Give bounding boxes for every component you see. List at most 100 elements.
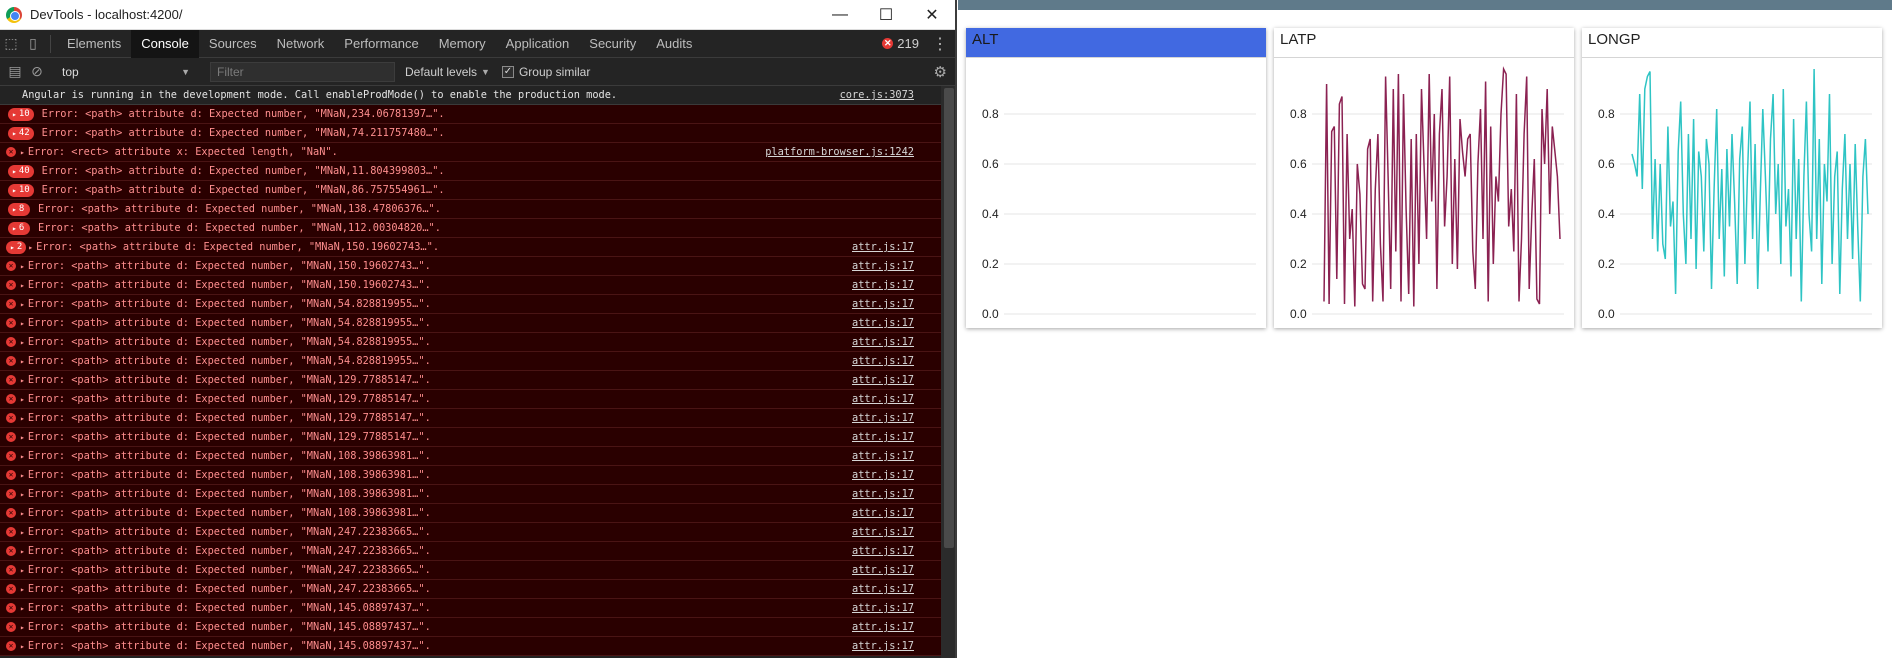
- source-link[interactable]: attr.js:17: [826, 450, 914, 462]
- chart-title[interactable]: LATP: [1274, 28, 1574, 58]
- console-message[interactable]: ✕ ▸ Error: <path> attribute d: Expected nu…: [0, 561, 941, 580]
- source-link[interactable]: attr.js:17: [826, 564, 914, 576]
- expand-arrow-icon[interactable]: ▸: [20, 338, 25, 347]
- expand-arrow-icon[interactable]: ▸: [20, 395, 25, 404]
- expand-arrow-icon[interactable]: ▸: [20, 300, 25, 309]
- expand-arrow-icon[interactable]: ▸: [28, 243, 33, 252]
- source-link[interactable]: attr.js:17: [826, 412, 914, 424]
- source-link[interactable]: attr.js:17: [826, 336, 914, 348]
- repeat-count-badge[interactable]: 40: [8, 164, 34, 178]
- group-similar-toggle[interactable]: ✓ Group similar: [501, 65, 590, 79]
- expand-arrow-icon[interactable]: ▸: [20, 585, 25, 594]
- error-counter[interactable]: ✕ 219: [882, 36, 919, 51]
- repeat-count-badge[interactable]: 10: [8, 183, 34, 197]
- source-link[interactable]: attr.js:17: [826, 374, 914, 386]
- console-message[interactable]: ✕ ▸ Error: <path> attribute d: Expected nu…: [0, 314, 941, 333]
- tab-security[interactable]: Security: [579, 30, 646, 58]
- source-link[interactable]: attr.js:17: [826, 355, 914, 367]
- console-message[interactable]: ✕ ▸ Error: <path> attribute d: Expected nu…: [0, 276, 941, 295]
- console-message[interactable]: ✕ ▸ Error: <path> attribute d: Expected nu…: [0, 390, 941, 409]
- console-message[interactable]: ✕ ▸ Error: <path> attribute d: Expected nu…: [0, 485, 941, 504]
- console-message[interactable]: 8 Error: <path> attribute d: Expected num…: [0, 200, 941, 219]
- filter-input[interactable]: [210, 61, 395, 82]
- console-message[interactable]: ✕ ▸ Error: <path> attribute d: Expected nu…: [0, 257, 941, 276]
- repeat-count-badge[interactable]: 2: [6, 240, 27, 254]
- context-select[interactable]: top ▼: [56, 65, 196, 79]
- console-message[interactable]: 2▸Error: <path> attribute d: Expected nu…: [0, 238, 941, 257]
- expand-arrow-icon[interactable]: ▸: [20, 357, 25, 366]
- log-levels-select[interactable]: Default levels ▼: [405, 65, 490, 79]
- source-link[interactable]: attr.js:17: [826, 260, 914, 272]
- expand-arrow-icon[interactable]: ▸: [20, 262, 25, 271]
- scrollbar-thumb[interactable]: [944, 88, 954, 548]
- console-message[interactable]: ✕ ▸ Error: <path> attribute d: Expected nu…: [0, 637, 941, 656]
- console-message[interactable]: 42 Error: <path> attribute d: Expected nu…: [0, 124, 941, 143]
- expand-arrow-icon[interactable]: ▸: [20, 471, 25, 480]
- console-message[interactable]: 6 Error: <path> attribute d: Expected num…: [0, 219, 941, 238]
- console-message[interactable]: ✕ ▸ Error: <path> attribute d: Expected nu…: [0, 371, 941, 390]
- expand-arrow-icon[interactable]: ▸: [20, 528, 25, 537]
- console-message[interactable]: ✕ ▸ Error: <path> attribute d: Expected nu…: [0, 504, 941, 523]
- console-message[interactable]: ✕ ▸ Error: <path> attribute d: Expected nu…: [0, 580, 941, 599]
- tab-performance[interactable]: Performance: [334, 30, 428, 58]
- expand-arrow-icon[interactable]: ▸: [20, 414, 25, 423]
- console-message[interactable]: 10 Error: <path> attribute d: Expected nu…: [0, 181, 941, 200]
- console-message[interactable]: ✕ ▸ Error: <path> attribute d: Expected nu…: [0, 523, 941, 542]
- source-link[interactable]: attr.js:17: [826, 621, 914, 633]
- source-link[interactable]: attr.js:17: [826, 545, 914, 557]
- source-link[interactable]: attr.js:17: [826, 431, 914, 443]
- tab-network[interactable]: Network: [267, 30, 335, 58]
- console-message[interactable]: ✕ ▸ Error: <path> attribute d: Expected nu…: [0, 618, 941, 637]
- repeat-count-badge[interactable]: 42: [8, 126, 34, 140]
- console-scrollbar[interactable]: [941, 86, 955, 658]
- console-message[interactable]: ✕ ▸ Error: <path> attribute d: Expected nu…: [0, 352, 941, 371]
- console-message[interactable]: ✕ ▸ Error: <path> attribute d: Expected nu…: [0, 409, 941, 428]
- source-link[interactable]: attr.js:17: [826, 583, 914, 595]
- more-options-icon[interactable]: ⋮: [931, 34, 949, 54]
- console-message[interactable]: 10 Error: <path> attribute d: Expected nu…: [0, 105, 941, 124]
- repeat-count-badge[interactable]: 10: [8, 107, 34, 121]
- console-message[interactable]: ✕ ▸ Error: <path> attribute d: Expected nu…: [0, 466, 941, 485]
- expand-arrow-icon[interactable]: ▸: [20, 319, 25, 328]
- repeat-count-badge[interactable]: 6: [8, 221, 30, 235]
- source-link[interactable]: attr.js:17: [826, 393, 914, 405]
- source-link[interactable]: core.js:3073: [826, 89, 914, 101]
- source-link[interactable]: attr.js:17: [826, 279, 914, 291]
- console-message[interactable]: Angular is running in the development mo…: [0, 86, 941, 105]
- source-link[interactable]: attr.js:17: [826, 602, 914, 614]
- expand-arrow-icon[interactable]: ▸: [20, 452, 25, 461]
- expand-arrow-icon[interactable]: ▸: [20, 604, 25, 613]
- expand-arrow-icon[interactable]: ▸: [20, 433, 25, 442]
- expand-arrow-icon[interactable]: ▸: [20, 509, 25, 518]
- source-link[interactable]: attr.js:17: [826, 526, 914, 538]
- close-button[interactable]: ✕: [909, 0, 955, 30]
- source-link[interactable]: attr.js:17: [826, 640, 914, 652]
- expand-arrow-icon[interactable]: ▸: [20, 490, 25, 499]
- console-message[interactable]: 40 Error: <path> attribute d: Expected nu…: [0, 162, 941, 181]
- expand-arrow-icon[interactable]: ▸: [20, 623, 25, 632]
- expand-arrow-icon[interactable]: ▸: [20, 642, 25, 651]
- tab-audits[interactable]: Audits: [646, 30, 702, 58]
- clear-console-icon[interactable]: ⊘: [26, 61, 48, 83]
- console-message[interactable]: ✕ ▸ Error: <path> attribute d: Expected nu…: [0, 542, 941, 561]
- console-message[interactable]: ✕ ▸ Error: <path> attribute d: Expected nu…: [0, 333, 941, 352]
- expand-arrow-icon[interactable]: ▸: [20, 547, 25, 556]
- console-message[interactable]: ✕ ▸ Error: <path> attribute d: Expected nu…: [0, 447, 941, 466]
- console-message[interactable]: ✕ ▸ Error: <rect> attribute x: Expected le…: [0, 143, 941, 162]
- console-message[interactable]: ✕ ▸ Error: <path> attribute d: Expected nu…: [0, 599, 941, 618]
- tab-sources[interactable]: Sources: [199, 30, 267, 58]
- console-message[interactable]: ✕ ▸ Error: <path> attribute d: Expected nu…: [0, 428, 941, 447]
- gear-icon[interactable]: ⚙: [934, 63, 947, 81]
- source-link[interactable]: attr.js:17: [826, 507, 914, 519]
- expand-arrow-icon[interactable]: ▸: [20, 281, 25, 290]
- expand-arrow-icon[interactable]: ▸: [20, 148, 25, 157]
- source-link[interactable]: attr.js:17: [826, 298, 914, 310]
- repeat-count-badge[interactable]: 8: [8, 202, 30, 216]
- source-link[interactable]: attr.js:17: [826, 469, 914, 481]
- source-link[interactable]: platform-browser.js:1242: [744, 146, 914, 158]
- sidebar-toggle-icon[interactable]: ▤: [4, 61, 26, 83]
- source-link[interactable]: attr.js:17: [826, 317, 914, 329]
- console-message[interactable]: ✕ ▸ Error: <path> attribute d: Expected nu…: [0, 295, 941, 314]
- checkbox-checked-icon[interactable]: ✓: [501, 65, 514, 78]
- tab-memory[interactable]: Memory: [429, 30, 496, 58]
